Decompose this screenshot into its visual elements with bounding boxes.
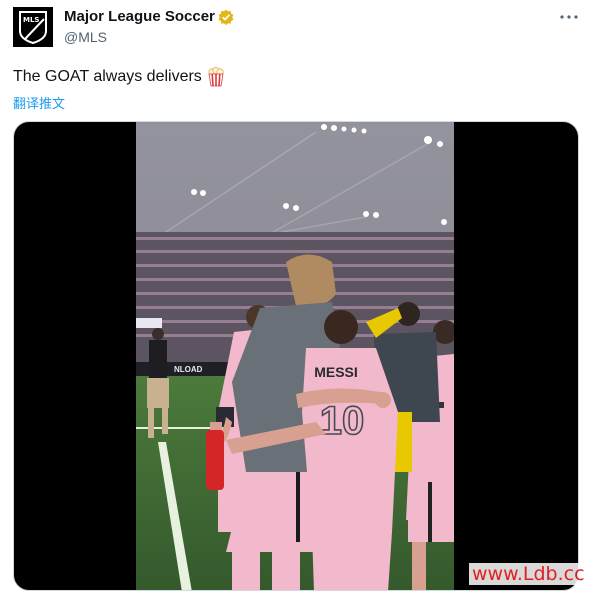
watermark: www.Ldb.cc [469,563,588,585]
mls-logo-icon: MLS [15,9,51,45]
tweet-text-body: The GOAT always delivers [13,68,202,86]
stadium-banner: NLOAD [174,365,203,374]
verified-badge-icon [218,9,234,25]
water-bottle [206,430,224,490]
display-name[interactable]: Major League Soccer [64,8,215,25]
jersey-name: MESSI [314,364,358,380]
jersey-number: 10 [320,399,365,443]
video-media[interactable]: NLOAD [13,121,579,591]
popcorn-icon [207,67,225,87]
translate-tweet-link[interactable]: 翻译推文 [13,93,65,112]
avatar[interactable]: MLS [13,7,53,47]
more-options-icon[interactable] [558,8,580,26]
handle[interactable]: @MLS [64,29,107,45]
logo-text: MLS [23,16,39,24]
video-player[interactable]: NLOAD [136,122,454,591]
tweet-text: The GOAT always delivers [13,67,225,87]
author-name-line: Major League Soccer [64,8,234,25]
